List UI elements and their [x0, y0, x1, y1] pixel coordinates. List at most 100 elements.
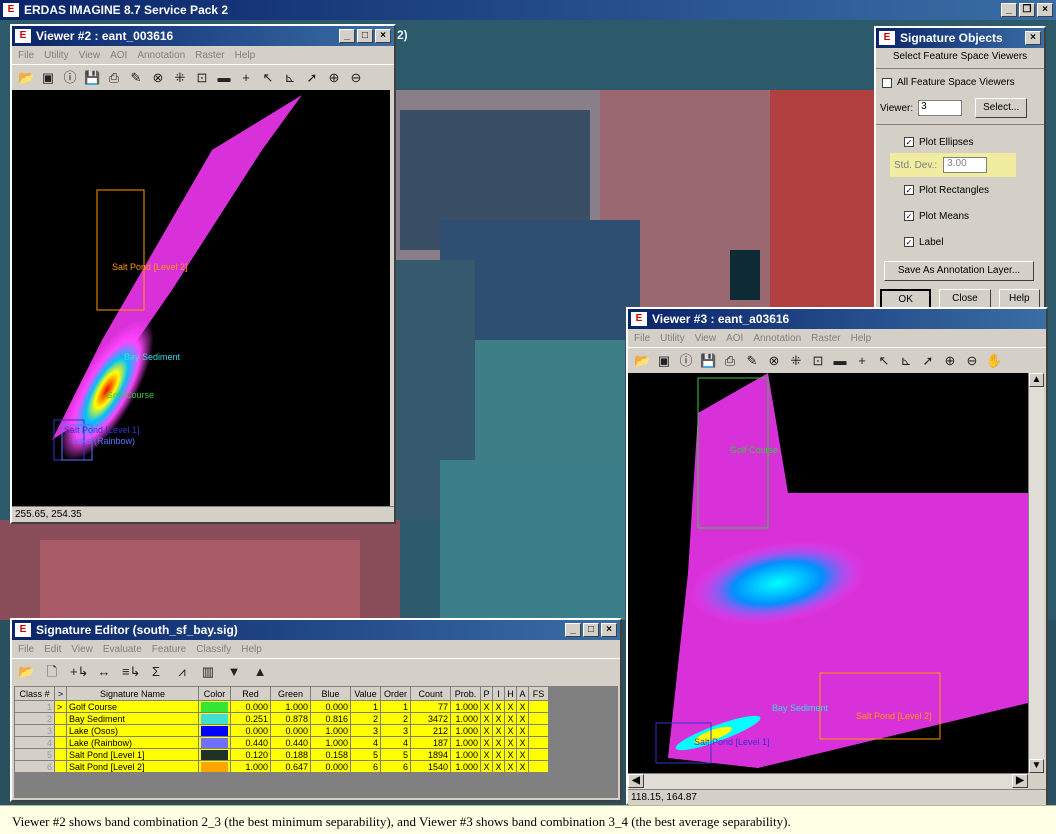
col-prob[interactable]: Prob. [450, 686, 481, 701]
table-row[interactable]: 3 Lake (Osos) 0.000 0.000 1.000 3 3 212 1.000 X X X… [14, 724, 549, 737]
all-viewers-checkbox[interactable] [882, 77, 892, 88]
viewer3-feature-space-plot[interactable]: Golf Course Bay Sediment Salt Pond [Leve… [628, 373, 1028, 773]
line-icon[interactable]: ▬ [216, 70, 232, 86]
col-blue[interactable]: Blue [310, 686, 351, 701]
menu-aoi[interactable]: AOI [110, 50, 127, 61]
viewer-number-input[interactable]: 3 [918, 100, 963, 116]
cursor-cell[interactable] [54, 724, 67, 737]
eraser-icon[interactable]: ✎ [744, 353, 760, 369]
col-color[interactable]: Color [198, 686, 231, 701]
red-cell[interactable]: 0.000 [230, 724, 271, 737]
fs-cell[interactable] [528, 712, 549, 725]
label-row[interactable]: ✓ Label [904, 229, 1016, 255]
help-button[interactable]: Help [998, 289, 1040, 309]
value-cell[interactable]: 5 [350, 748, 381, 761]
flag-cell[interactable]: X [504, 712, 517, 725]
histogram-icon[interactable]: ▥ [200, 664, 216, 680]
std-dev-input[interactable]: 3.00 [943, 157, 988, 173]
col-h[interactable]: H [504, 686, 517, 701]
menu-file[interactable]: File [18, 644, 34, 655]
flag-cell[interactable]: X [516, 724, 529, 737]
plot-rectangles-checkbox[interactable]: ✓ [904, 185, 914, 195]
prob-cell[interactable]: 1.000 [450, 724, 481, 737]
col-i[interactable]: I [492, 686, 505, 701]
prob-cell[interactable]: 1.000 [450, 700, 481, 713]
value-cell[interactable]: 1 [350, 700, 381, 713]
flag-cell[interactable]: X [504, 700, 517, 713]
table-row[interactable]: 1 > Golf Course 0.000 1.000 0.000 1 1 77 1.000 X X X… [14, 700, 549, 713]
color-swatch[interactable] [201, 725, 228, 736]
menu-utility[interactable]: Utility [44, 50, 68, 61]
crosshair-icon[interactable]: + [238, 70, 254, 86]
select-arrow-icon[interactable]: ➚ [304, 70, 320, 86]
viewer3-horizontal-scrollbar[interactable]: ◀ ▶ [628, 773, 1028, 789]
menu-annotation[interactable]: Annotation [137, 50, 185, 61]
crosshair-icon[interactable]: + [854, 353, 870, 369]
flag-cell[interactable]: X [516, 712, 529, 725]
order-cell[interactable]: 4 [380, 736, 411, 749]
flag-cell[interactable]: X [480, 736, 493, 749]
flag-cell[interactable]: X [516, 736, 529, 749]
flag-cell[interactable]: X [480, 712, 493, 725]
red-cell[interactable]: 1.000 [230, 760, 271, 773]
label-checkbox[interactable]: ✓ [904, 237, 914, 247]
red-cell[interactable]: 0.000 [230, 700, 271, 713]
col-a[interactable]: A [516, 686, 529, 701]
plot-means-checkbox[interactable]: ✓ [904, 211, 914, 221]
color-swatch[interactable] [201, 713, 228, 724]
red-cell[interactable]: 0.120 [230, 748, 271, 761]
plot-ellipses-checkbox[interactable]: ✓ [904, 137, 914, 147]
red-cell[interactable]: 0.440 [230, 736, 271, 749]
menu-raster[interactable]: Raster [195, 50, 224, 61]
flag-cell[interactable]: X [492, 760, 505, 773]
prob-cell[interactable]: 1.000 [450, 760, 481, 773]
color-swatch-cell[interactable] [198, 748, 231, 761]
print-icon[interactable]: ⎙ [106, 70, 122, 86]
signature-name-cell[interactable]: Bay Sediment [66, 712, 199, 725]
profile-icon[interactable]: ⊾ [898, 353, 914, 369]
flag-cell[interactable]: X [504, 724, 517, 737]
table-row[interactable]: 6 Salt Pond [Level 2] 1.000 0.647 0.000 6 6 154… [14, 760, 549, 773]
signature-name-cell[interactable]: Salt Pond [Level 1] [66, 748, 199, 761]
blue-cell[interactable]: 1.000 [310, 724, 351, 737]
order-cell[interactable]: 6 [380, 760, 411, 773]
blue-cell[interactable]: 0.158 [310, 748, 351, 761]
zoom-fit-icon[interactable]: ⊡ [194, 70, 210, 86]
flag-cell[interactable]: X [492, 724, 505, 737]
signature-name-cell[interactable]: Golf Course [66, 700, 199, 713]
open-folder-icon[interactable]: 📂 [634, 353, 650, 369]
color-swatch[interactable] [201, 701, 228, 712]
menu-raster[interactable]: Raster [811, 333, 840, 344]
flag-cell[interactable]: X [504, 736, 517, 749]
menu-view[interactable]: View [695, 333, 717, 344]
minimize-button[interactable]: _ [339, 29, 355, 43]
table-row[interactable]: 5 Salt Pond [Level 1] 0.120 0.188 0.158 5 5 189… [14, 748, 549, 761]
fs-cell[interactable] [528, 700, 549, 713]
class-number-cell[interactable]: 4 [14, 736, 55, 749]
all-viewers-row[interactable]: All Feature Space Viewers [876, 69, 1044, 92]
zoom-in-fit-icon[interactable]: ⁜ [172, 70, 188, 86]
flag-cell[interactable]: X [492, 736, 505, 749]
pan-arrow-icon[interactable]: ↖ [876, 353, 892, 369]
add-signature-icon[interactable]: +↳ [70, 664, 88, 680]
menu-help[interactable]: Help [241, 644, 262, 655]
col-value[interactable]: Value [350, 686, 381, 701]
color-swatch-cell[interactable] [198, 760, 231, 773]
table-row[interactable]: 4 Lake (Rainbow) 0.440 0.440 1.000 4 4 187 1.000… [14, 736, 549, 749]
close-layer-icon[interactable]: ⊗ [150, 70, 166, 86]
green-cell[interactable]: 0.647 [270, 760, 311, 773]
minimize-button[interactable]: _ [1001, 3, 1017, 17]
col-cursor[interactable]: > [54, 686, 67, 701]
menu-help[interactable]: Help [235, 50, 256, 61]
close-button[interactable]: × [601, 623, 617, 637]
count-cell[interactable]: 1540 [410, 760, 451, 773]
zoom-fit-icon[interactable]: ⊡ [810, 353, 826, 369]
open-folder-icon[interactable]: 📂 [18, 70, 34, 86]
class-number-cell[interactable]: 6 [14, 760, 55, 773]
flag-cell[interactable]: X [492, 712, 505, 725]
close-layer-icon[interactable]: ⊗ [766, 353, 782, 369]
maximize-button[interactable]: □ [583, 623, 599, 637]
print-icon[interactable]: ⎙ [722, 353, 738, 369]
new-file-icon[interactable]: 🗋 [44, 664, 60, 680]
menu-classify[interactable]: Classify [196, 644, 231, 655]
